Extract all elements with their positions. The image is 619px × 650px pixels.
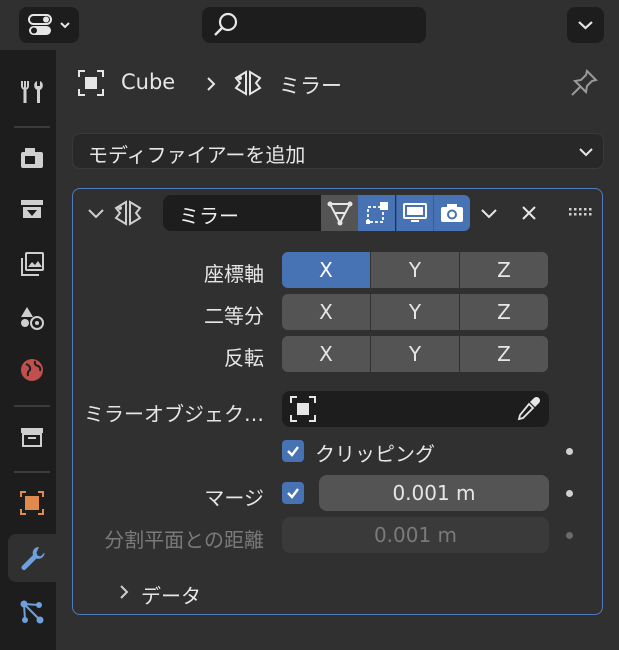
modifier-name-field[interactable]: ミラー	[163, 195, 321, 231]
merge-checkbox[interactable]	[282, 482, 304, 504]
axis-y-toggle[interactable]: Y	[371, 252, 459, 288]
mirror-object-field[interactable]	[282, 391, 549, 427]
bisect-z-toggle[interactable]: Z	[460, 294, 548, 330]
collapse-chevron-icon[interactable]	[85, 202, 107, 224]
camera-icon	[441, 204, 463, 222]
data-section-header[interactable]: データ	[141, 580, 201, 609]
checkmark-icon	[287, 446, 299, 457]
add-modifier-dropdown[interactable]: モディファイアーを追加	[72, 133, 604, 169]
view-layer-icon	[21, 252, 44, 276]
axis-z-toggle[interactable]: Z	[460, 252, 548, 288]
bisect-label: 二等分	[204, 304, 264, 328]
close-icon[interactable]	[517, 201, 541, 225]
add-modifier-label: モディファイアーを追加	[88, 143, 306, 167]
particles-icon	[20, 600, 44, 624]
edit-mode-icon	[365, 202, 388, 224]
mirror-modifier-icon	[234, 70, 262, 96]
editor-type-button[interactable]	[19, 7, 79, 43]
chevron-right-icon[interactable]	[114, 582, 134, 602]
cage-icon	[327, 201, 352, 226]
mirror-modifier-icon	[114, 200, 142, 226]
drag-handle-icon[interactable]	[568, 206, 592, 220]
search-icon	[214, 12, 238, 36]
flip-z-toggle[interactable]: Z	[460, 336, 548, 372]
chevron-right-icon	[207, 77, 216, 91]
options-dropdown-button[interactable]	[567, 7, 604, 43]
edit-mode-toggle[interactable]	[358, 195, 395, 231]
flip-label: 反転	[224, 346, 264, 370]
keyframe-dot[interactable]	[566, 448, 573, 455]
properties-header	[0, 0, 619, 50]
render-icon	[21, 148, 43, 168]
tab-object[interactable]	[8, 479, 56, 527]
bisect-distance-field[interactable]: 0.001 m	[282, 517, 549, 553]
editor-type-icon	[28, 14, 70, 35]
modifier-name: ミラー	[179, 204, 239, 228]
checkmark-icon	[287, 488, 299, 499]
keyframe-dot[interactable]	[566, 490, 573, 497]
clipping-label: クリッピング	[315, 442, 435, 466]
search-input[interactable]	[202, 7, 426, 43]
axis-x-toggle[interactable]: X	[282, 252, 370, 288]
object-icon	[290, 396, 316, 422]
collection-icon	[21, 428, 43, 447]
tab-render[interactable]	[8, 134, 56, 182]
tab-separator	[14, 405, 50, 407]
flip-x-toggle[interactable]: X	[282, 336, 370, 372]
tab-modifiers[interactable]	[8, 534, 56, 582]
pin-icon[interactable]	[569, 68, 599, 98]
tab-separator	[14, 471, 50, 473]
chevron-down-icon	[579, 148, 593, 157]
flip-y-toggle[interactable]: Y	[371, 336, 459, 372]
render-toggle[interactable]	[433, 195, 470, 231]
keyframe-dot[interactable]	[566, 532, 573, 539]
bisect-x-toggle[interactable]: X	[282, 294, 370, 330]
breadcrumb-modifier: ミラー	[279, 74, 342, 98]
viewport-toggle[interactable]	[396, 195, 433, 231]
chevron-down-icon	[578, 21, 593, 30]
tab-separator	[14, 126, 50, 128]
bisect-distance-label: 分割平面との距離	[104, 528, 264, 552]
breadcrumb-object: Cube	[121, 70, 176, 94]
wrench-icon	[21, 546, 45, 570]
merge-label: マージ	[204, 486, 264, 510]
merge-distance-field[interactable]: 0.001 m	[319, 475, 549, 511]
mirror-object-label: ミラーオブジェク…	[84, 402, 264, 426]
properties-tabs	[0, 50, 56, 650]
tab-tool[interactable]	[8, 68, 56, 116]
clipping-checkbox[interactable]	[282, 440, 304, 462]
object-icon	[20, 491, 44, 515]
tab-scene[interactable]	[8, 294, 56, 342]
world-icon	[21, 359, 43, 381]
axis-label: 座標軸	[204, 262, 264, 286]
eyedropper-icon[interactable]	[514, 395, 542, 423]
tool-icon	[21, 81, 43, 103]
object-icon	[78, 70, 104, 96]
scene-icon	[21, 307, 44, 330]
monitor-icon	[403, 203, 427, 222]
tab-particles[interactable]	[8, 588, 56, 636]
tab-view-layer[interactable]	[8, 240, 56, 288]
bisect-y-toggle[interactable]: Y	[371, 294, 459, 330]
chevron-down-icon[interactable]	[477, 201, 501, 225]
tab-world[interactable]	[8, 346, 56, 394]
tab-collection[interactable]	[8, 413, 56, 461]
output-icon	[21, 200, 43, 218]
edit-cage-toggle[interactable]	[321, 195, 358, 231]
tab-output[interactable]	[8, 185, 56, 233]
